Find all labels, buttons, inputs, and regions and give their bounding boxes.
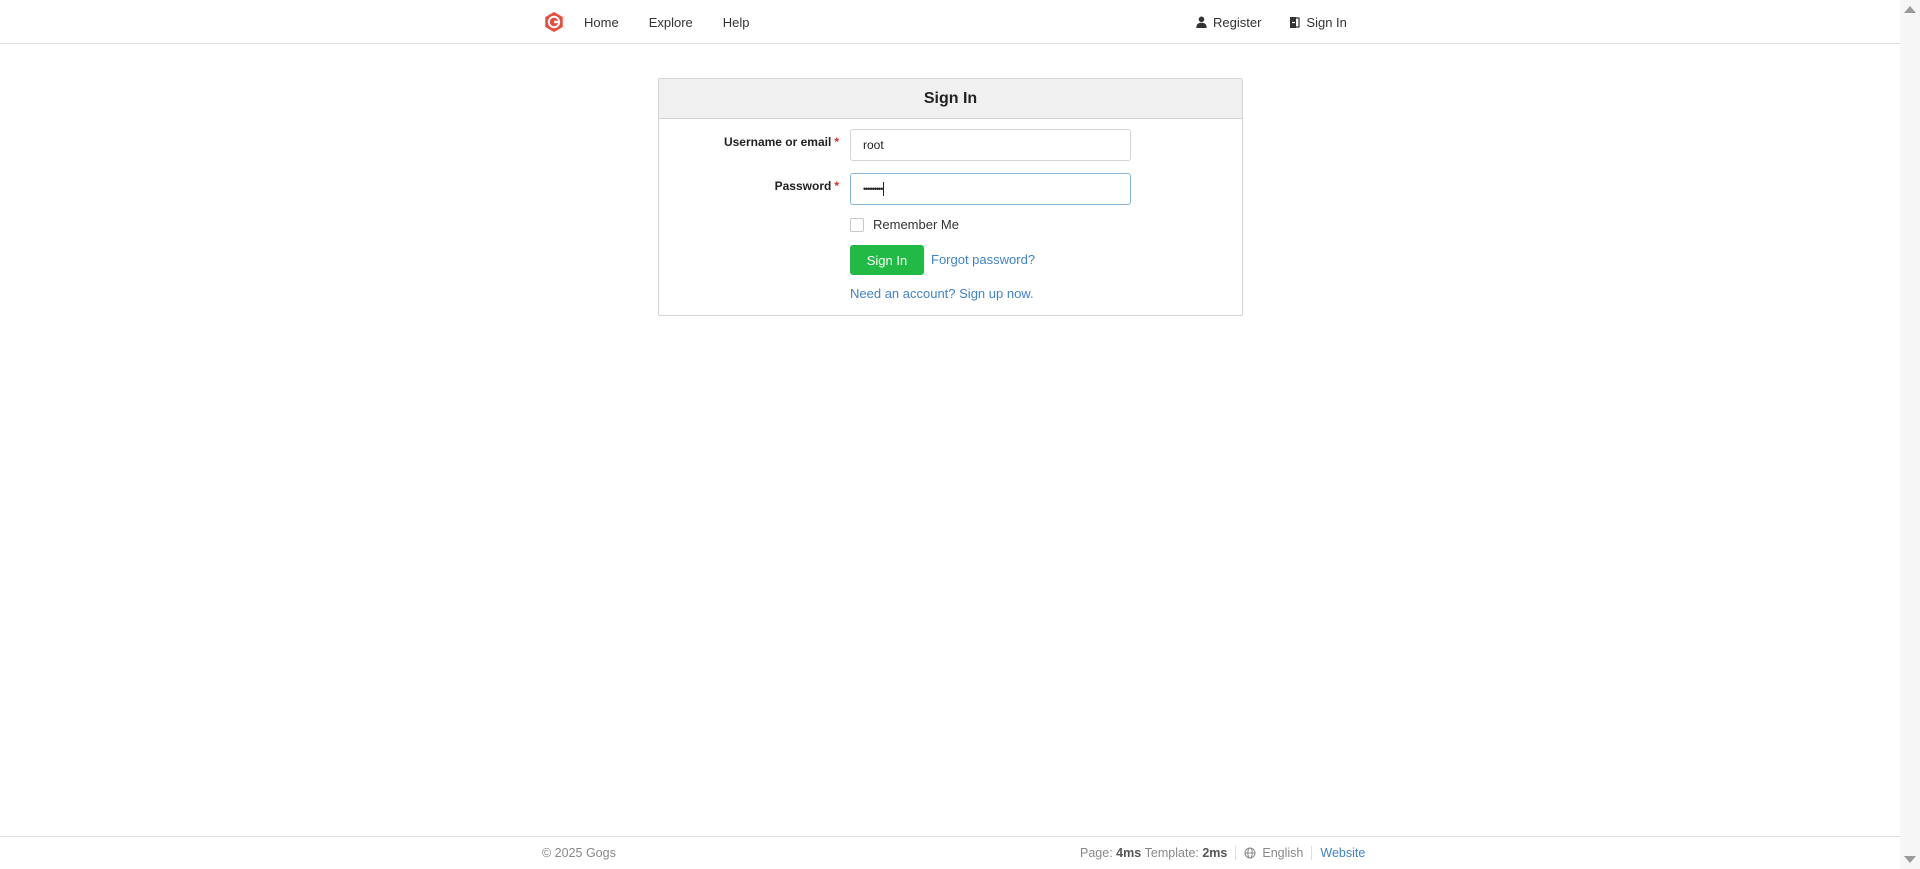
sign-in-button[interactable]: Sign In (850, 245, 924, 275)
username-label: Username or email * (659, 135, 839, 149)
sign-in-title: Sign In (659, 79, 1242, 119)
required-mark: * (834, 135, 839, 149)
password-mask: ••••••••• (863, 184, 883, 194)
page-time-label: Page: (1080, 846, 1113, 860)
user-icon (1196, 16, 1207, 28)
globe-icon (1244, 847, 1256, 859)
required-mark: * (834, 179, 839, 193)
footer-right: Page: 4ms Template: 2ms English Website (1080, 846, 1365, 860)
username-label-text: Username or email (723, 135, 832, 149)
remember-me-label[interactable]: Remember Me (873, 217, 959, 232)
top-navbar: Home Explore Help Register Sign In (0, 0, 1900, 44)
template-time-label: Template: (1144, 846, 1199, 860)
password-label: Password * (659, 179, 839, 193)
gogs-logo-icon[interactable] (542, 10, 566, 34)
page-scrollbar[interactable] (1900, 0, 1920, 869)
language-label: English (1262, 846, 1304, 860)
divider (1235, 846, 1237, 860)
sign-in-icon (1290, 16, 1301, 28)
divider (1311, 846, 1313, 860)
nav-right: Register Sign In (1196, 0, 1375, 44)
page-time: 4ms (1116, 846, 1142, 860)
nav-home-link[interactable]: Home (584, 15, 619, 30)
nav-explore-link[interactable]: Explore (649, 15, 693, 30)
nav-help-link[interactable]: Help (723, 15, 750, 30)
password-label-text: Password (774, 179, 832, 193)
register-label: Register (1213, 14, 1262, 30)
forgot-password-link[interactable]: Forgot password? (931, 252, 1035, 267)
template-time: 2ms (1202, 846, 1228, 860)
password-input[interactable]: ••••••••• (850, 173, 1131, 205)
nav-register-link[interactable]: Register (1196, 15, 1261, 30)
nav-sign-in-link[interactable]: Sign In (1289, 14, 1347, 30)
footer: © 2025 Gogs Page: 4ms Template: 2ms Engl… (0, 836, 1900, 869)
website-link[interactable]: Website (1320, 846, 1365, 860)
nav-left: Home Explore Help (542, 0, 780, 44)
language-selector[interactable]: English (1244, 846, 1303, 860)
remember-me-checkbox[interactable] (850, 218, 864, 232)
username-value: root (863, 138, 884, 152)
copyright: © 2025 Gogs (542, 846, 616, 860)
username-input[interactable]: root (850, 129, 1131, 161)
text-caret (883, 182, 885, 196)
scroll-up-icon[interactable] (1904, 6, 1916, 13)
sign-in-label: Sign In (1306, 14, 1347, 30)
sign-up-link[interactable]: Need an account? Sign up now. (850, 286, 1034, 301)
sign-in-card: Sign In Username or email * root Password… (658, 78, 1243, 316)
scroll-down-icon[interactable] (1904, 856, 1916, 863)
